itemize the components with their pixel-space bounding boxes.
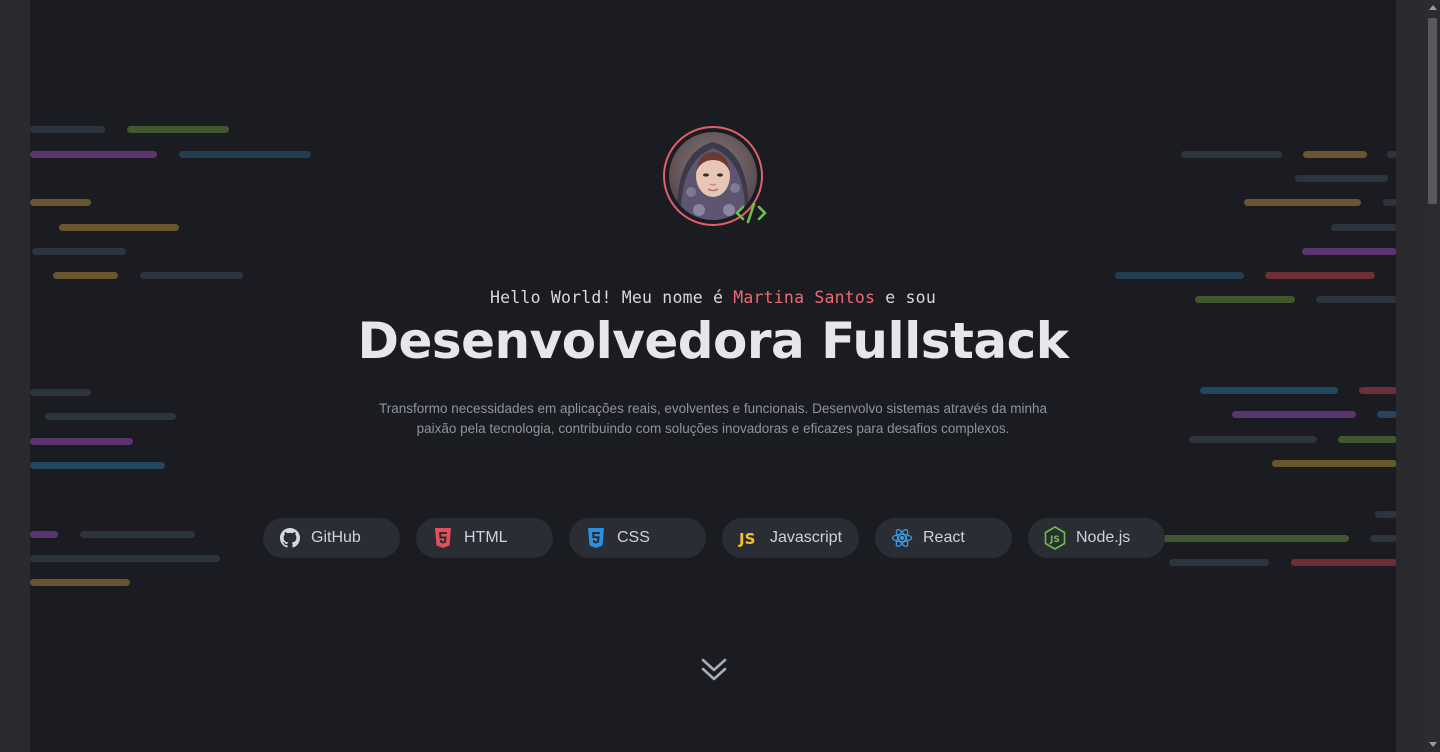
skill-nodejs-button[interactable]: JS Node.js	[1028, 518, 1165, 558]
developer-name: Martina Santos	[733, 288, 876, 307]
react-icon	[891, 527, 913, 549]
hero-section: Hello World! Meu nome é Martina Santos e…	[30, 0, 1396, 752]
skill-html-button[interactable]: HTML	[416, 518, 553, 558]
skill-css-button[interactable]: CSS	[569, 518, 706, 558]
skill-label: Node.js	[1076, 529, 1131, 546]
scroll-down-arrow-icon[interactable]	[1429, 742, 1437, 747]
greeting-prefix: Hello World! Meu nome é	[490, 288, 724, 307]
skill-label: GitHub	[311, 529, 361, 546]
svg-text:JS: JS	[1049, 535, 1060, 545]
code-tag-icon	[733, 200, 769, 226]
nodejs-icon: JS	[1044, 526, 1066, 550]
github-icon	[279, 527, 301, 549]
css3-icon	[585, 527, 607, 549]
scroll-down-chevron-icon[interactable]	[701, 657, 727, 683]
hero-description: Transformo necessidades em aplicações re…	[378, 401, 1048, 436]
scrollbar-thumb[interactable]	[1428, 18, 1437, 204]
skill-github-button[interactable]: GitHub	[263, 518, 400, 558]
javascript-icon: JS	[738, 527, 760, 549]
skill-react-button[interactable]: React	[875, 518, 1012, 558]
html5-icon	[432, 527, 454, 549]
scroll-up-arrow-icon[interactable]	[1429, 5, 1437, 10]
skills-list: GitHub HTML CSS JS Javascript React JS N…	[263, 518, 1165, 558]
vertical-scrollbar[interactable]	[1425, 0, 1440, 752]
skill-label: HTML	[464, 529, 508, 546]
greeting-text: Hello World! Meu nome é Martina Santos e…	[30, 288, 1396, 307]
skill-javascript-button[interactable]: JS Javascript	[722, 518, 859, 558]
svg-text:JS: JS	[738, 530, 755, 547]
skill-label: React	[923, 529, 965, 546]
page-title: Desenvolvedora Fullstack	[357, 312, 1069, 370]
greeting-suffix: e sou	[885, 288, 936, 307]
skill-label: CSS	[617, 529, 650, 546]
skill-label: Javascript	[770, 529, 843, 546]
code-lines-decoration	[30, 0, 1396, 752]
